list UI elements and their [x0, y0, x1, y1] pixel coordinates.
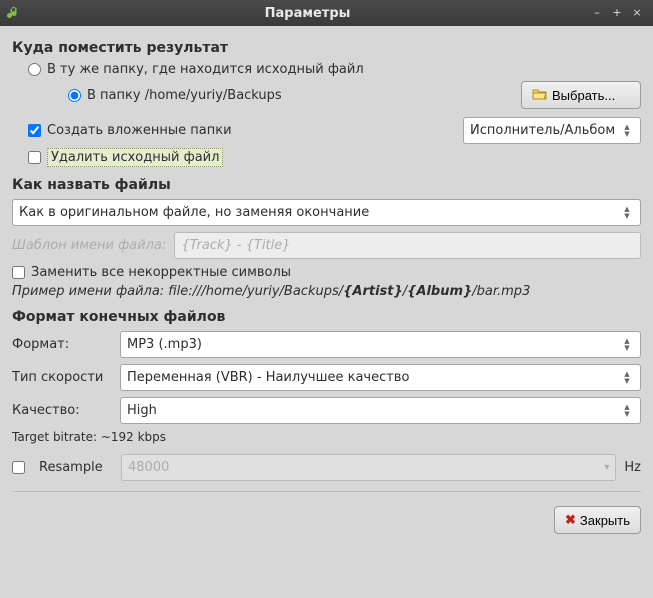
- dialog-content: Куда поместить результат В ту же папку, …: [0, 26, 653, 542]
- app-icon: [6, 5, 22, 21]
- bitrate-type-row: Тип скорости Переменная (VBR) - Наилучше…: [12, 364, 641, 391]
- example-prefix: file:///home/yuriy/Backups/: [168, 284, 343, 299]
- format-value: MP3 (.mp3): [127, 337, 202, 352]
- template-placeholder: {Track} - {Title}: [181, 238, 290, 253]
- radio-same-folder-label: В ту же папку, где находится исходный фа…: [47, 62, 364, 77]
- close-button[interactable]: ✖ Закрыть: [554, 506, 641, 534]
- create-subfolders-label: Создать вложенные папки: [47, 123, 232, 138]
- example-label: Пример имени файла:: [12, 284, 164, 299]
- choose-folder-label: Выбрать...: [552, 88, 615, 103]
- section-format-title: Формат конечных файлов: [12, 309, 641, 325]
- section-naming-title: Как назвать файлы: [12, 177, 641, 193]
- bitrate-type-select[interactable]: Переменная (VBR) - Наилучшее качество ▲▼: [120, 364, 641, 391]
- template-input: {Track} - {Title}: [174, 232, 641, 259]
- delete-original-label: Удалить исходный файл: [47, 148, 223, 167]
- quality-select[interactable]: High ▲▼: [120, 397, 641, 424]
- bitrate-type-value: Переменная (VBR) - Наилучшее качество: [127, 370, 409, 385]
- radio-into-folder-label: В папку /home/yuriy/Backups: [87, 88, 282, 103]
- hz-label: Hz: [624, 460, 641, 475]
- minimize-button[interactable]: –: [590, 6, 604, 20]
- spinner-icon: ▲▼: [620, 404, 634, 418]
- example-suffix: /bar.mp3: [472, 284, 530, 299]
- close-button-label: Закрыть: [580, 513, 630, 528]
- subfolders-row: Создать вложенные папки Исполнитель/Альб…: [12, 117, 641, 144]
- quality-value: High: [127, 403, 157, 418]
- naming-select-row: Как в оригинальном файле, но заменяя око…: [12, 199, 641, 226]
- replace-bad-row: Заменить все некорректные символы: [12, 265, 641, 280]
- choose-folder-button[interactable]: Выбрать...: [521, 81, 641, 109]
- format-label: Формат:: [12, 337, 112, 352]
- quality-row: Качество: High ▲▼: [12, 397, 641, 424]
- resample-select: 48000 ▾: [121, 454, 616, 481]
- replace-bad-checkbox[interactable]: [12, 266, 25, 279]
- folder-open-icon: [532, 87, 548, 104]
- naming-pattern-select[interactable]: Как в оригинальном файле, но заменяя око…: [12, 199, 641, 226]
- delete-original-checkbox[interactable]: [28, 151, 41, 164]
- naming-pattern-value: Как в оригинальном файле, но заменяя око…: [19, 205, 369, 220]
- window-title: Параметры: [28, 6, 587, 21]
- create-subfolders-checkbox[interactable]: [28, 124, 41, 137]
- target-bitrate-row: Target bitrate: ~192 kbps: [12, 430, 641, 444]
- spinner-icon: ▲▼: [620, 371, 634, 385]
- replace-bad-label: Заменить все некорректные символы: [31, 265, 291, 280]
- radio-same-folder-row: В ту же папку, где находится исходный фа…: [12, 62, 641, 77]
- subfolder-pattern-value: Исполнитель/Альбом: [470, 123, 615, 138]
- resample-value: 48000: [128, 460, 169, 475]
- target-bitrate-text: Target bitrate: ~192 kbps: [12, 430, 166, 444]
- example-artist: {Artist}: [343, 284, 403, 299]
- template-label: Шаблон имени файла:: [12, 238, 166, 253]
- subfolder-pattern-select[interactable]: Исполнитель/Альбом ▲▼: [463, 117, 641, 144]
- format-select[interactable]: MP3 (.mp3) ▲▼: [120, 331, 641, 358]
- resample-row: Resample 48000 ▾ Hz: [12, 454, 641, 481]
- spinner-icon: ▲▼: [620, 206, 634, 220]
- resample-checkbox[interactable]: [12, 461, 25, 474]
- close-icon: ✖: [565, 512, 576, 528]
- radio-same-folder[interactable]: [28, 63, 41, 76]
- delete-original-row: Удалить исходный файл: [12, 148, 641, 167]
- maximize-button[interactable]: +: [610, 6, 624, 20]
- quality-label: Качество:: [12, 403, 112, 418]
- example-album: {Album}: [407, 284, 472, 299]
- spinner-icon: ▲▼: [620, 338, 634, 352]
- template-row: Шаблон имени файла: {Track} - {Title}: [12, 232, 641, 259]
- separator: [12, 491, 641, 492]
- radio-into-folder-row: В папку /home/yuriy/Backups Выбрать...: [12, 81, 641, 109]
- close-window-button[interactable]: ×: [630, 6, 644, 20]
- section-where-title: Куда поместить результат: [12, 40, 641, 56]
- radio-into-folder[interactable]: [68, 89, 81, 102]
- resample-label: Resample: [39, 460, 113, 475]
- bitrate-type-label: Тип скорости: [12, 370, 112, 385]
- dialog-footer: ✖ Закрыть: [12, 498, 641, 534]
- chevron-down-icon: ▾: [604, 462, 609, 473]
- example-row: Пример имени файла: file:///home/yuriy/B…: [12, 284, 641, 299]
- format-row: Формат: MP3 (.mp3) ▲▼: [12, 331, 641, 358]
- spinner-icon: ▲▼: [620, 124, 634, 138]
- titlebar: Параметры – + ×: [0, 0, 653, 26]
